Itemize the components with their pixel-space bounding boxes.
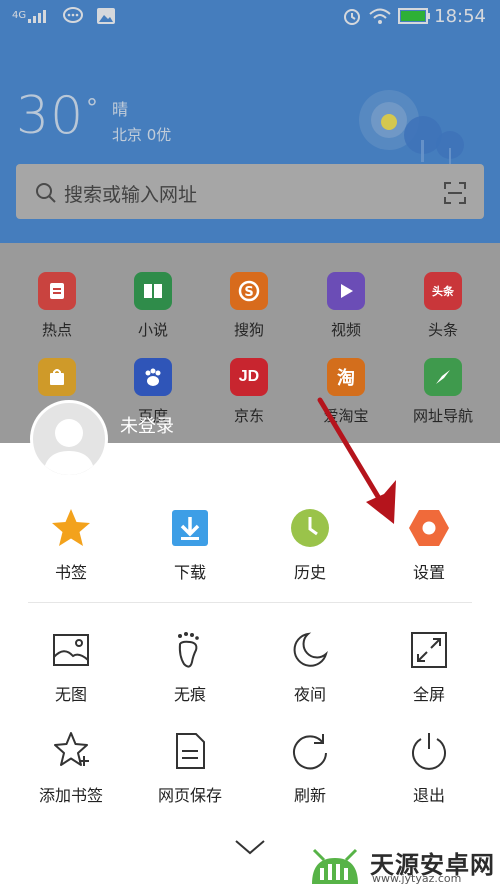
chevron-down-icon[interactable] <box>232 836 268 858</box>
quick-app-hot[interactable]: 热点 <box>17 272 97 340</box>
menu-item-exit[interactable]: 退出 <box>379 729 479 806</box>
quick-app-novel[interactable]: 小说 <box>113 272 193 340</box>
quick-app-label: 京东 <box>233 407 264 425</box>
quick-app-label: 头条 <box>427 321 458 339</box>
jd-icon: JD <box>230 358 268 396</box>
menu-item-label: 书签 <box>54 563 87 582</box>
compass-icon <box>424 358 462 396</box>
quick-app-sogou[interactable]: S 搜狗 <box>209 272 289 340</box>
menu-item-save-page[interactable]: 网页保存 <box>140 729 240 806</box>
menu-item-label: 网页保存 <box>157 786 222 805</box>
shopping-bag-icon <box>38 358 76 396</box>
quick-app-navigation[interactable]: 网址导航 <box>403 358 483 426</box>
image-icon <box>49 628 93 672</box>
save-page-icon <box>168 729 212 773</box>
menu-item-label: 下载 <box>173 563 206 582</box>
menu-item-night-mode[interactable]: 夜间 <box>260 628 360 705</box>
user-silhouette-icon <box>43 419 95 475</box>
quick-app-headlines[interactable]: 头条 头条 <box>403 272 483 340</box>
quick-app-video[interactable]: 视频 <box>306 272 386 340</box>
menu-item-label: 夜间 <box>293 685 326 704</box>
quick-app-shop[interactable] <box>17 358 97 396</box>
menu-item-label: 退出 <box>412 786 445 805</box>
menu-item-label: 历史 <box>293 563 326 582</box>
baidu-paw-icon <box>134 358 172 396</box>
footprint-icon <box>168 628 212 672</box>
watermark-url: www.jytyaz.com <box>372 872 462 885</box>
headlines-icon: 头条 <box>424 272 462 310</box>
menu-item-incognito[interactable]: 无痕 <box>140 628 240 705</box>
taobao-tile-text: 淘 <box>337 368 355 389</box>
fullscreen-icon <box>407 628 451 672</box>
menu-item-label: 全屏 <box>412 685 445 704</box>
login-status[interactable]: 未登录 <box>120 412 174 438</box>
quick-app-label: 小说 <box>137 321 168 339</box>
quick-app-label: 视频 <box>330 321 361 339</box>
add-bookmark-icon <box>49 729 93 773</box>
avatar[interactable] <box>30 400 108 478</box>
menu-item-label: 添加书签 <box>38 786 103 805</box>
moon-icon <box>288 628 332 672</box>
menu-item-label: 无图 <box>54 685 87 704</box>
menu-item-label: 设置 <box>412 563 445 582</box>
menu-item-bookmarks[interactable]: 书签 <box>21 506 121 583</box>
play-icon <box>327 272 365 310</box>
quick-app-label: 网址导航 <box>412 407 473 425</box>
annotation-arrow-icon <box>317 397 396 524</box>
book-icon <box>134 272 172 310</box>
dim-overlay <box>0 0 500 243</box>
hot-icon <box>38 272 76 310</box>
download-icon <box>168 506 212 550</box>
quick-app-label: 搜狗 <box>233 321 264 339</box>
menu-item-download[interactable]: 下载 <box>140 506 240 583</box>
menu-divider <box>28 602 472 603</box>
sogou-icon: S <box>230 272 268 310</box>
menu-item-refresh[interactable]: 刷新 <box>260 729 360 806</box>
power-icon <box>407 729 451 773</box>
watermark-logo-icon <box>312 848 358 884</box>
menu-item-label: 刷新 <box>293 786 326 805</box>
quick-app-label: 热点 <box>41 321 72 339</box>
refresh-icon <box>288 729 332 773</box>
gear-icon <box>407 506 451 550</box>
star-icon <box>49 506 93 550</box>
menu-item-label: 无痕 <box>173 685 206 704</box>
headlines-tile-text: 头条 <box>432 285 454 298</box>
menu-item-add-bookmark[interactable]: 添加书签 <box>21 729 121 806</box>
menu-item-fullscreen[interactable]: 全屏 <box>379 628 479 705</box>
menu-item-no-image[interactable]: 无图 <box>21 628 121 705</box>
jd-tile-text: JD <box>238 368 260 385</box>
svg-text:S: S <box>244 285 253 300</box>
quick-app-jd[interactable]: JD 京东 <box>209 358 289 426</box>
